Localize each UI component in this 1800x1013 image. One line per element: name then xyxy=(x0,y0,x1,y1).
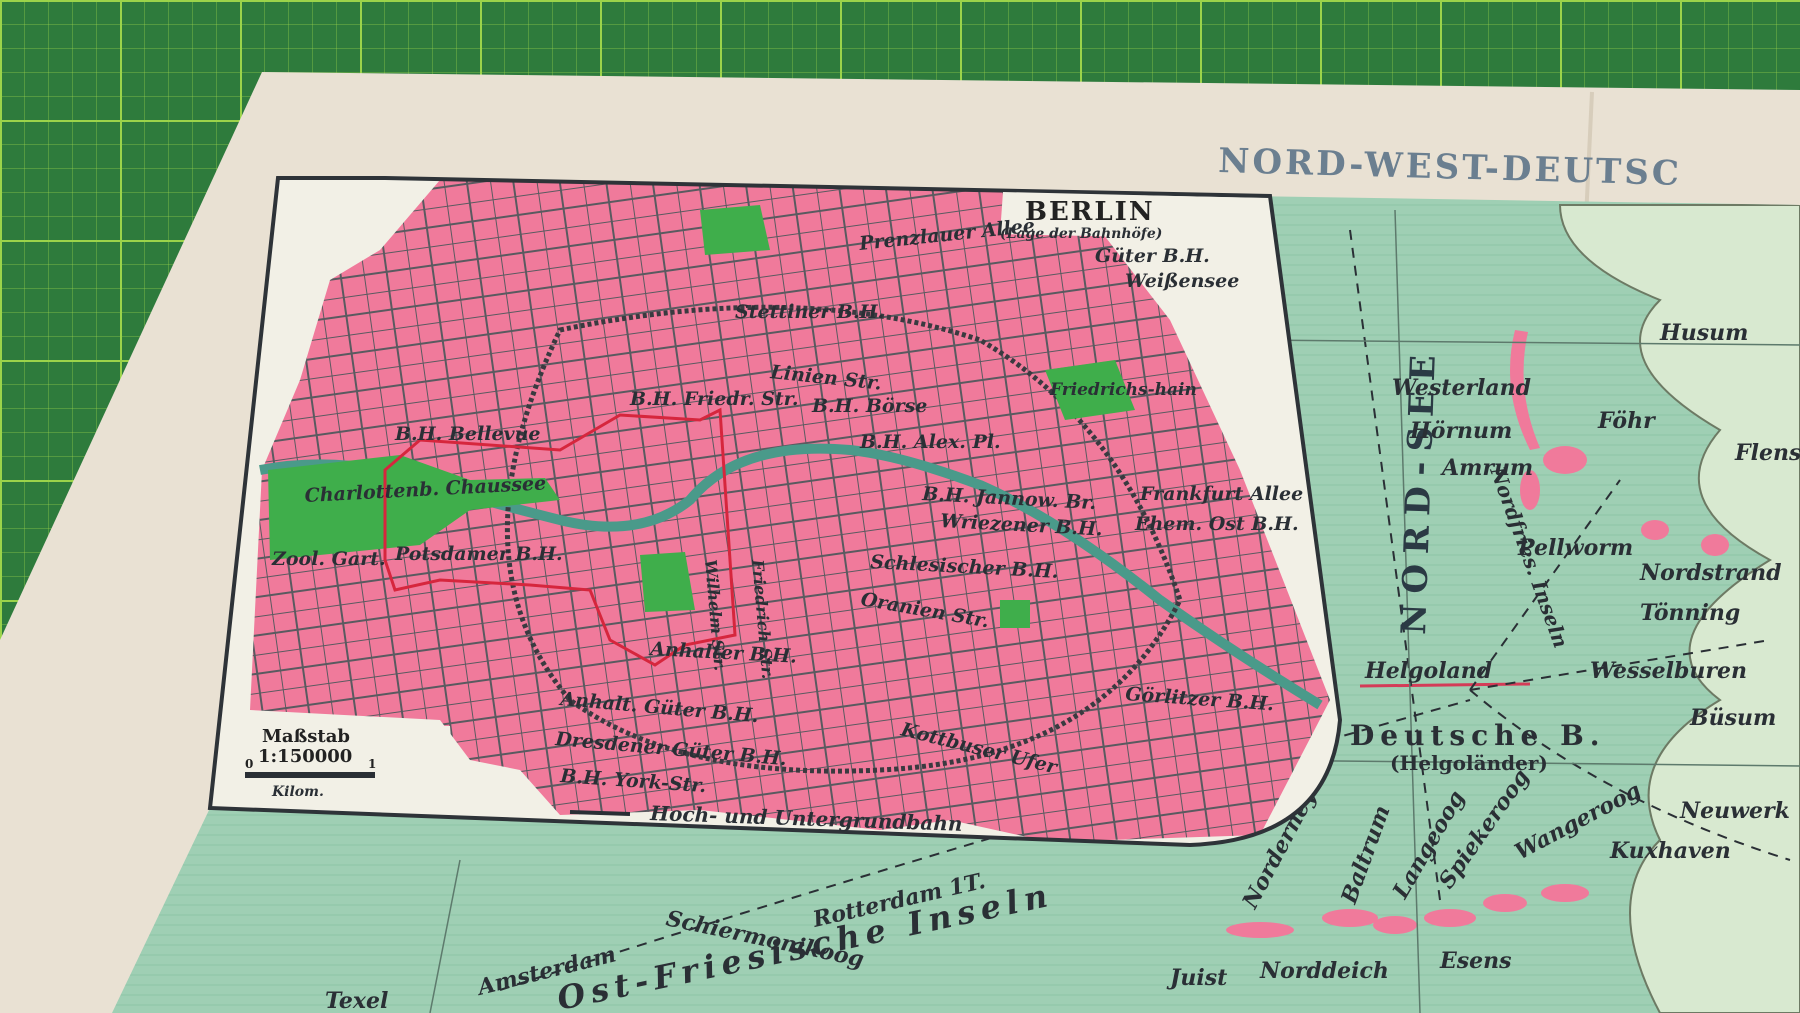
place-kuxhaven: Kuxhaven xyxy=(1609,838,1731,864)
place-buesum: Büsum xyxy=(1689,705,1776,731)
place-husum: Husum xyxy=(1659,320,1748,346)
scale-label: Maßstab xyxy=(262,726,350,747)
helgoland-underline xyxy=(1359,682,1531,688)
label-bh-bellevue: B.H. Bellevue xyxy=(394,423,540,445)
place-amrum: Amrum xyxy=(1440,455,1533,481)
place-esens: Esens xyxy=(1439,948,1512,974)
scale-value: 1:150000 xyxy=(258,746,352,767)
island-pellworm xyxy=(1641,520,1669,540)
place-nordstrand: Nordstrand xyxy=(1639,560,1782,586)
park-north xyxy=(700,205,770,255)
label-friedrichshain: Friedrichs-hain xyxy=(1049,380,1197,400)
label-potsdamer-bh: Potsdamer B.H. xyxy=(394,543,563,565)
label-gueter-bh: Güter B.H. xyxy=(1095,245,1210,267)
island-foehr xyxy=(1543,446,1587,474)
place-toenning: Tönning xyxy=(1640,600,1740,626)
place-helgolaender: (Helgoländer) xyxy=(1390,751,1548,775)
berlin-inset: BERLIN (Lage der Bahnhöfe) Prenzlauer Al… xyxy=(207,176,1343,848)
place-wesselburen: Wesselburen xyxy=(1590,658,1747,684)
place-norddeich: Norddeich xyxy=(1259,958,1389,984)
label-stettiner-bh: Stettiner B.H. xyxy=(735,301,884,323)
label-bh-alex-pl: B.H. Alex. Pl. xyxy=(859,431,1001,453)
place-texel: Texel xyxy=(325,988,388,1013)
map-sheet: NORD-WEST-DEUTSC NORD-SEE Westerland Hör… xyxy=(0,72,1800,1013)
place-juist: Juist xyxy=(1166,965,1227,991)
place-westerland: Westerland xyxy=(1392,375,1531,401)
scale-bar xyxy=(245,772,375,778)
legend-rail-symbol xyxy=(569,810,631,816)
place-hoernum: Hörnum xyxy=(1409,418,1512,444)
place-foehr: Föhr xyxy=(1597,408,1656,434)
label-bh-boerse: B.H. Börse xyxy=(811,395,927,417)
scale-unit: Kilom. xyxy=(271,784,324,800)
place-helgoland: Helgoland xyxy=(1364,658,1492,684)
label-ehem-ost-bh: Ehem. Ost B.H. xyxy=(1134,513,1299,535)
scale-tick-1: 1 xyxy=(368,757,376,771)
scale-tick-0: 0 xyxy=(245,757,253,771)
place-flensburg: Flensb. xyxy=(1734,440,1800,466)
park-east xyxy=(1000,600,1030,628)
label-weissensee: Weißensee xyxy=(1125,270,1239,292)
label-zool-gart: Zool. Gart. xyxy=(271,548,386,570)
label-bh-friedr-str: B.H. Friedr. Str. xyxy=(629,388,799,410)
place-deutsche-bucht: Deutsche B. xyxy=(1350,719,1606,752)
label-frankfurt-allee: Frankfurt Allee xyxy=(1139,483,1303,505)
place-neuwerk: Neuwerk xyxy=(1679,798,1790,824)
inset-title: BERLIN xyxy=(1025,197,1155,227)
island-nordstrand xyxy=(1701,534,1729,556)
